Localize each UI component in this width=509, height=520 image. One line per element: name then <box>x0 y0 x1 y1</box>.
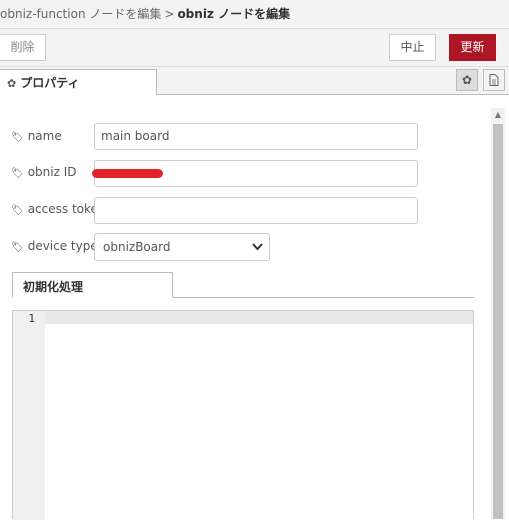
chevron-down-icon <box>252 234 263 270</box>
scroll-up-arrow-icon[interactable]: ▲ <box>491 108 505 122</box>
tab-description[interactable] <box>483 69 505 91</box>
breadcrumb-parent[interactable]: obniz-function ノードを編集 <box>0 7 161 21</box>
device-type-select[interactable]: obnizBoard <box>94 233 270 261</box>
tag-icon: 🏷 <box>11 132 24 143</box>
device-type-value: obnizBoard <box>103 240 171 254</box>
name-label: 🏷 name <box>11 129 62 143</box>
editor-active-line[interactable] <box>45 311 473 324</box>
tag-icon: 🏷 <box>11 205 24 216</box>
breadcrumb: obniz-function ノードを編集 > obniz ノードを編集 <box>0 0 509 29</box>
name-input[interactable]: main board <box>94 123 418 150</box>
breadcrumb-current: obniz ノードを編集 <box>177 7 291 21</box>
access-token-label: 🏷 access token <box>11 202 106 216</box>
tray-tabs: ✿ プロパティ ✿ <box>0 67 509 95</box>
obniz-id-label: 🏷 obniz ID <box>11 165 77 179</box>
delete-button[interactable]: 削除 <box>0 34 46 61</box>
editor-gutter: 1 <box>13 311 45 520</box>
redaction-mark <box>92 169 163 178</box>
tab-properties-label: プロパティ <box>20 76 80 90</box>
tag-icon: 🏷 <box>11 242 24 253</box>
cancel-button[interactable]: 中止 <box>389 34 436 61</box>
access-token-input[interactable] <box>94 197 418 224</box>
device-type-label: 🏷 device type <box>11 239 98 253</box>
gear-icon: ✿ <box>7 77 17 90</box>
tab-settings[interactable]: ✿ <box>456 69 478 91</box>
breadcrumb-separator: > <box>164 7 175 21</box>
tab-properties[interactable]: ✿ プロパティ <box>0 69 157 95</box>
document-icon <box>489 74 499 86</box>
tab-init-code[interactable]: 初期化処理 <box>12 272 173 298</box>
scrollbar-thumb[interactable] <box>493 124 503 519</box>
gear-icon: ✿ <box>461 73 473 87</box>
line-number: 1 <box>28 312 35 325</box>
tray-toolbar: 削除 中止 更新 <box>0 29 509 67</box>
tag-icon: 🏷 <box>11 168 24 179</box>
update-button[interactable]: 更新 <box>449 34 496 61</box>
scrollbar[interactable]: ▲ <box>491 108 505 519</box>
code-editor[interactable]: 1 <box>12 310 474 520</box>
